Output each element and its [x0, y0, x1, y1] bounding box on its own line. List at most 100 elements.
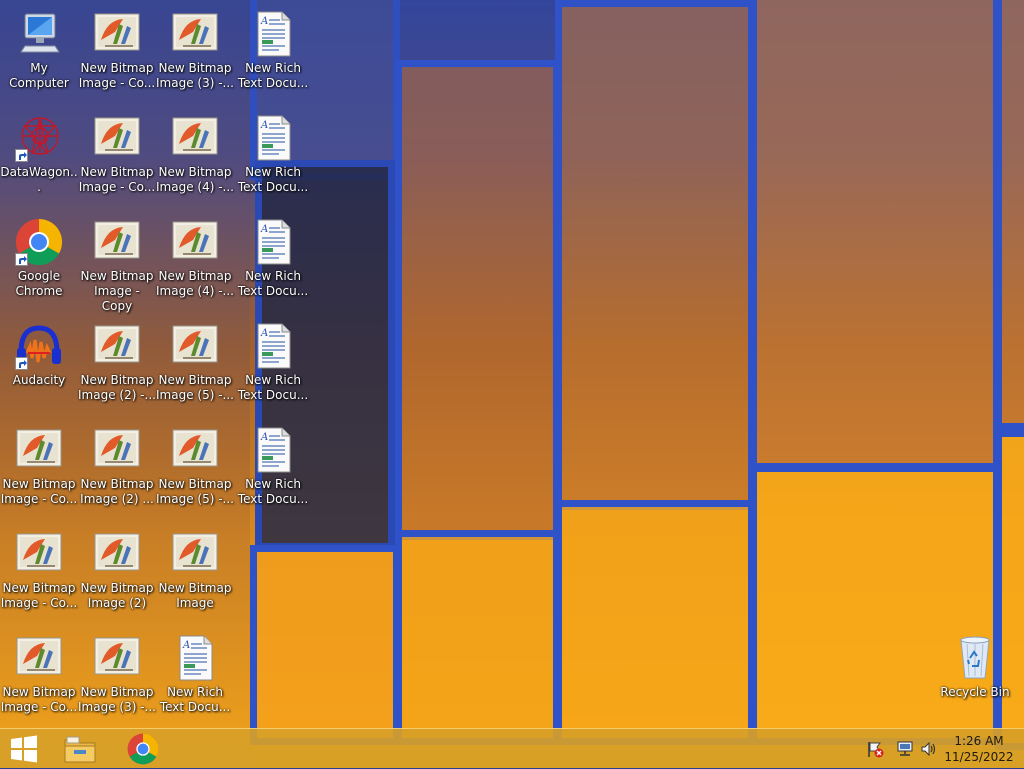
bitmap-image-icon: [171, 218, 219, 266]
audacity-icon: [15, 322, 63, 370]
datawagon-icon: [15, 114, 63, 162]
desktop-icon-bitmap[interactable]: New Bitmap Image: [156, 520, 234, 620]
desktop-icon-bitmap[interactable]: New Bitmap Image - Co...: [0, 624, 78, 724]
desktop-icon-bitmap[interactable]: New Bitmap Image (5) -...: [156, 312, 234, 412]
svg-text:A: A: [260, 224, 268, 235]
svg-text:A: A: [260, 432, 268, 443]
bitmap-image-icon: [15, 634, 63, 682]
bitmap-image-icon: [171, 10, 219, 58]
desktop-icon-google-chrome[interactable]: Google Chrome: [0, 208, 78, 308]
desktop-icon-recycle-bin[interactable]: Recycle Bin: [936, 624, 1014, 724]
clock-time: 1:26 AM: [954, 734, 1004, 748]
icon-label: My Computer: [9, 61, 69, 90]
taskbar-file-explorer[interactable]: [58, 729, 102, 769]
clock-date: 11/25/2022: [944, 750, 1014, 764]
bitmap-image-icon: [15, 530, 63, 578]
chrome-icon: [127, 733, 159, 765]
shortcut-arrow-icon: [15, 253, 28, 266]
desktop-icon-rich-text[interactable]: A New Rich Text Docu...: [234, 0, 312, 100]
taskbar: 1:26 AM 11/25/2022: [0, 728, 1024, 768]
desktop-icon-bitmap[interactable]: New Bitmap Image (3) -...: [156, 0, 234, 100]
desktop-icon-audacity[interactable]: Audacity: [0, 312, 78, 412]
rich-text-document-icon: A: [249, 218, 297, 266]
desktop-icon-bitmap[interactable]: New Bitmap Image (4) -...: [156, 208, 234, 308]
icon-label: New Rich Text Docu...: [237, 269, 309, 298]
bitmap-image-icon: [93, 114, 141, 162]
icon-label: Recycle Bin: [940, 685, 1010, 699]
desktop-icon-bitmap[interactable]: New Bitmap Image - Copy: [78, 208, 156, 313]
icon-label: New Bitmap Image - Co...: [0, 581, 78, 610]
desktop-icon-bitmap[interactable]: New Bitmap Image (2) -...: [78, 312, 156, 412]
icon-label: New Bitmap Image (5) -...: [156, 477, 234, 506]
rich-text-document-icon: A: [249, 426, 297, 474]
desktop-icon-datawagon[interactable]: DataWagon...: [0, 104, 78, 204]
icon-label: New Bitmap Image (2) -...: [78, 373, 156, 402]
volume-icon[interactable]: [920, 740, 938, 758]
desktop-icon-bitmap[interactable]: New Bitmap Image - Co...: [78, 0, 156, 100]
icon-label: New Bitmap Image - Co...: [0, 685, 78, 714]
bitmap-image-icon: [93, 634, 141, 682]
desktop-icon-rich-text[interactable]: A New Rich Text Docu...: [234, 312, 312, 412]
rich-text-document-icon: A: [249, 114, 297, 162]
bitmap-image-icon: [93, 322, 141, 370]
bitmap-image-icon: [171, 530, 219, 578]
icon-label: New Bitmap Image (4) -...: [156, 269, 234, 298]
desktop-icon-rich-text[interactable]: A New Rich Text Docu...: [156, 624, 234, 724]
windows-logo-icon: [11, 735, 37, 763]
icon-label: Audacity: [12, 373, 66, 387]
icon-label: New Bitmap Image (5) -...: [156, 373, 234, 402]
icon-label: New Rich Text Docu...: [237, 61, 309, 90]
svg-text:A: A: [260, 16, 268, 27]
taskbar-chrome[interactable]: [120, 729, 166, 769]
desktop-icon-bitmap[interactable]: New Bitmap Image (4) -...: [156, 104, 234, 204]
desktop-icon-bitmap[interactable]: New Bitmap Image (2): [78, 520, 156, 620]
icon-label: New Bitmap Image (2) ...: [80, 477, 154, 506]
icon-label: New Bitmap Image: [158, 581, 232, 610]
bitmap-image-icon: [15, 426, 63, 474]
icon-label: Google Chrome: [15, 269, 63, 298]
computer-icon: [15, 10, 63, 58]
icon-label: DataWagon...: [0, 165, 78, 194]
bitmap-image-icon: [171, 114, 219, 162]
icon-label: New Bitmap Image - Copy: [80, 269, 154, 313]
bitmap-image-icon: [171, 426, 219, 474]
svg-text:A: A: [182, 640, 190, 651]
desktop-icon-bitmap[interactable]: New Bitmap Image - Co...: [0, 520, 78, 620]
desktop-icon-bitmap[interactable]: New Bitmap Image - Co...: [78, 104, 156, 204]
start-button[interactable]: [0, 729, 48, 769]
icon-label: New Bitmap Image - Co...: [78, 61, 156, 90]
desktop-icon-rich-text[interactable]: A New Rich Text Docu...: [234, 208, 312, 308]
rich-text-document-icon: A: [249, 322, 297, 370]
desktop-icon-my-computer[interactable]: My Computer: [0, 0, 78, 100]
bitmap-image-icon: [93, 218, 141, 266]
icon-label: New Bitmap Image (3) -...: [78, 685, 156, 714]
desktop-icon-rich-text[interactable]: A New Rich Text Docu...: [234, 416, 312, 516]
svg-text:A: A: [260, 120, 268, 131]
desktop-icon-bitmap[interactable]: New Bitmap Image - Co...: [0, 416, 78, 516]
action-center-flag-icon[interactable]: [866, 740, 884, 758]
icon-label: New Rich Text Docu...: [237, 165, 309, 194]
desktop-icon-bitmap[interactable]: New Bitmap Image (5) -...: [156, 416, 234, 516]
icon-label: New Bitmap Image - Co...: [0, 477, 78, 506]
taskbar-clock[interactable]: 1:26 AM 11/25/2022: [938, 733, 1020, 765]
recycle-bin-icon: [951, 634, 999, 682]
network-icon[interactable]: [896, 740, 914, 758]
icon-label: New Bitmap Image (3) -...: [156, 61, 234, 90]
bitmap-image-icon: [93, 530, 141, 578]
icon-label: New Bitmap Image - Co...: [78, 165, 156, 194]
icon-label: New Bitmap Image (4) -...: [156, 165, 234, 194]
shortcut-arrow-icon: [15, 149, 28, 162]
desktop-icon-bitmap[interactable]: New Bitmap Image (3) -...: [78, 624, 156, 724]
icon-label: New Rich Text Docu...: [237, 477, 309, 506]
bitmap-image-icon: [93, 10, 141, 58]
chrome-icon: [15, 218, 63, 266]
shortcut-arrow-icon: [15, 357, 28, 370]
icon-label: New Bitmap Image (2): [80, 581, 154, 610]
rich-text-document-icon: A: [171, 634, 219, 682]
desktop-icon-rich-text[interactable]: A New Rich Text Docu...: [234, 104, 312, 204]
svg-text:A: A: [260, 328, 268, 339]
bitmap-image-icon: [93, 426, 141, 474]
icon-label: New Rich Text Docu...: [237, 373, 309, 402]
bitmap-image-icon: [171, 322, 219, 370]
desktop-icon-bitmap[interactable]: New Bitmap Image (2) ...: [78, 416, 156, 516]
